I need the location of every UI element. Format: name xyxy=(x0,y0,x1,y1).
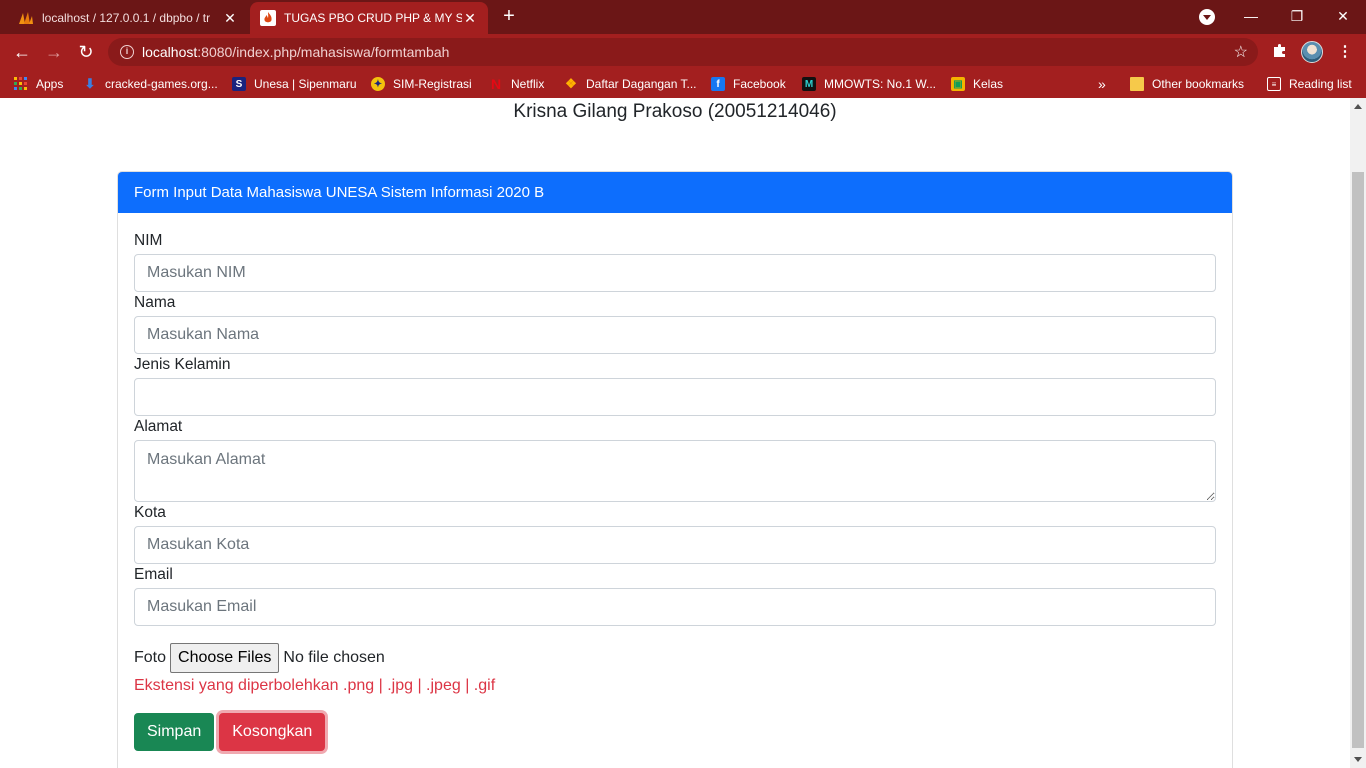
form-card-header: Form Input Data Mahasiswa UNESA Sistem I… xyxy=(118,172,1232,213)
url-path: :8080/index.php/mahasiswa/formtambah xyxy=(197,44,450,60)
bookmark-kelas[interactable]: ▣ Kelas xyxy=(951,70,1003,98)
kota-input[interactable] xyxy=(134,526,1216,564)
form-actions: Simpan Kosongkan xyxy=(134,713,1216,751)
dagangan-icon: ❖ xyxy=(565,76,577,91)
nim-label: NIM xyxy=(134,232,163,249)
bookmarks-bar: Apps ⬇ cracked-games.org... S Unesa | Si… xyxy=(0,70,1366,98)
bookmark-netflix[interactable]: N Netflix xyxy=(489,70,544,98)
bookmark-apps[interactable]: Apps xyxy=(14,70,63,98)
facebook-icon: f xyxy=(711,77,725,91)
bookmark-sim-registrasi[interactable]: ✦ SIM-Registrasi xyxy=(371,70,472,98)
classroom-icon: ▣ xyxy=(951,77,965,91)
foto-row: Foto Choose Files No file chosen xyxy=(134,643,1216,673)
reading-list-icon: ≡ xyxy=(1267,77,1281,91)
bookmarks-overflow-chevron[interactable]: » xyxy=(1098,70,1106,98)
tab-search-icon[interactable] xyxy=(1199,9,1215,25)
nim-input[interactable] xyxy=(134,254,1216,292)
email-label: Email xyxy=(134,566,173,583)
scrollbar-thumb[interactable] xyxy=(1352,172,1364,748)
foto-label: Foto xyxy=(134,649,167,666)
bookmark-label: Apps xyxy=(36,77,64,91)
tab-title: localhost / 127.0.0.1 / dbpbo / tr xyxy=(42,11,211,25)
restore-icon[interactable]: ❐ xyxy=(1274,0,1320,34)
flame-icon xyxy=(260,10,276,26)
extensions-puzzle-icon[interactable] xyxy=(1270,42,1290,62)
phpmyadmin-icon xyxy=(18,10,34,26)
bookmark-label: Other bookmarks xyxy=(1152,77,1245,91)
bookmark-daftar-dagangan[interactable]: ❖ Daftar Dagangan T... xyxy=(564,70,697,98)
bookmark-label: Netflix xyxy=(511,77,545,91)
bookmark-cracked-games[interactable]: ⬇ cracked-games.org... xyxy=(83,70,218,98)
form-card-body: NIM Nama Jenis Kelamin Alamat Kota Email… xyxy=(118,213,1232,751)
vertical-scrollbar[interactable] xyxy=(1350,98,1366,768)
scroll-down-arrow-icon[interactable] xyxy=(1354,757,1362,762)
close-tab-icon[interactable]: ✕ xyxy=(222,10,238,27)
unesa-s-icon: S xyxy=(232,77,246,91)
tab-title: TUGAS PBO CRUD PHP & MY SQ xyxy=(284,11,462,25)
bookmark-facebook[interactable]: f Facebook xyxy=(711,70,786,98)
site-info-icon[interactable]: i xyxy=(120,45,134,59)
tab-strip: localhost / 127.0.0.1 / dbpbo / tr ✕ TUG… xyxy=(0,0,1366,34)
close-tab-icon[interactable]: ✕ xyxy=(462,10,478,27)
bookmark-unesa-sipenmaru[interactable]: S Unesa | Sipenmaru xyxy=(232,70,357,98)
nama-input[interactable] xyxy=(134,316,1216,354)
kota-label: Kota xyxy=(134,504,166,521)
bookmark-other-bookmarks[interactable]: Other bookmarks xyxy=(1130,70,1244,98)
email-input[interactable] xyxy=(134,588,1216,626)
simpan-button[interactable]: Simpan xyxy=(134,713,215,751)
kosongkan-button[interactable]: Kosongkan xyxy=(219,713,326,751)
allowed-extensions-hint: Ekstensi yang diperbolehkan .png | .jpg … xyxy=(134,677,496,694)
bookmark-label: Facebook xyxy=(733,77,786,91)
choose-files-button[interactable]: Choose Files xyxy=(170,643,280,673)
bookmark-label: cracked-games.org... xyxy=(105,77,218,91)
back-icon[interactable]: ← xyxy=(10,40,34,64)
folder-icon xyxy=(1130,77,1144,91)
alamat-textarea[interactable] xyxy=(134,440,1216,502)
tab-phpmyadmin[interactable]: localhost / 127.0.0.1 / dbpbo / tr ✕ xyxy=(8,2,248,34)
nama-label: Nama xyxy=(134,294,176,311)
bookmark-label: SIM-Registrasi xyxy=(393,77,472,91)
jenis-kelamin-label: Jenis Kelamin xyxy=(134,356,231,373)
menu-kebab-icon[interactable]: ⋮ xyxy=(1335,42,1355,62)
download-arrow-icon: ⬇ xyxy=(84,76,96,91)
bookmark-star-icon[interactable]: ☆ xyxy=(1234,42,1248,62)
forward-icon[interactable]: → xyxy=(42,40,66,64)
browser-toolbar: ← → ↻ i localhost:8080/index.php/mahasis… xyxy=(0,34,1366,70)
mmowts-icon: M xyxy=(802,77,816,91)
bookmark-mmowts[interactable]: M MMOWTS: No.1 W... xyxy=(802,70,936,98)
file-status-text: No file chosen xyxy=(283,649,385,666)
url-host: localhost xyxy=(142,44,198,60)
apps-grid-icon xyxy=(14,77,28,91)
bookmark-label: Daftar Dagangan T... xyxy=(586,77,697,91)
jenis-kelamin-input[interactable] xyxy=(134,378,1216,416)
bookmark-label: Unesa | Sipenmaru xyxy=(254,77,357,91)
close-window-icon[interactable]: ✕ xyxy=(1320,0,1366,34)
unesa-emblem-icon: ✦ xyxy=(371,77,385,91)
reload-icon[interactable]: ↻ xyxy=(74,40,98,64)
bookmark-label: Kelas xyxy=(973,77,1004,91)
alamat-label: Alamat xyxy=(134,418,183,435)
new-tab-plus-icon[interactable]: + xyxy=(498,6,520,28)
page-viewport: Krisna Gilang Prakoso (20051214046) Form… xyxy=(0,98,1350,768)
profile-avatar[interactable] xyxy=(1301,41,1323,63)
reading-list[interactable]: ≡ Reading list xyxy=(1267,70,1352,98)
netflix-icon: N xyxy=(490,76,502,92)
address-bar[interactable]: i localhost:8080/index.php/mahasiswa/for… xyxy=(108,38,1258,66)
bookmark-label: MMOWTS: No.1 W... xyxy=(824,77,937,91)
scroll-up-arrow-icon[interactable] xyxy=(1354,104,1362,109)
reading-list-label: Reading list xyxy=(1289,77,1352,91)
form-card: Form Input Data Mahasiswa UNESA Sistem I… xyxy=(117,171,1233,768)
tab-tugas-pbo[interactable]: TUGAS PBO CRUD PHP & MY SQ ✕ xyxy=(250,2,488,34)
page-heading: Krisna Gilang Prakoso (20051214046) xyxy=(513,101,837,122)
minimize-icon[interactable]: — xyxy=(1228,0,1274,34)
